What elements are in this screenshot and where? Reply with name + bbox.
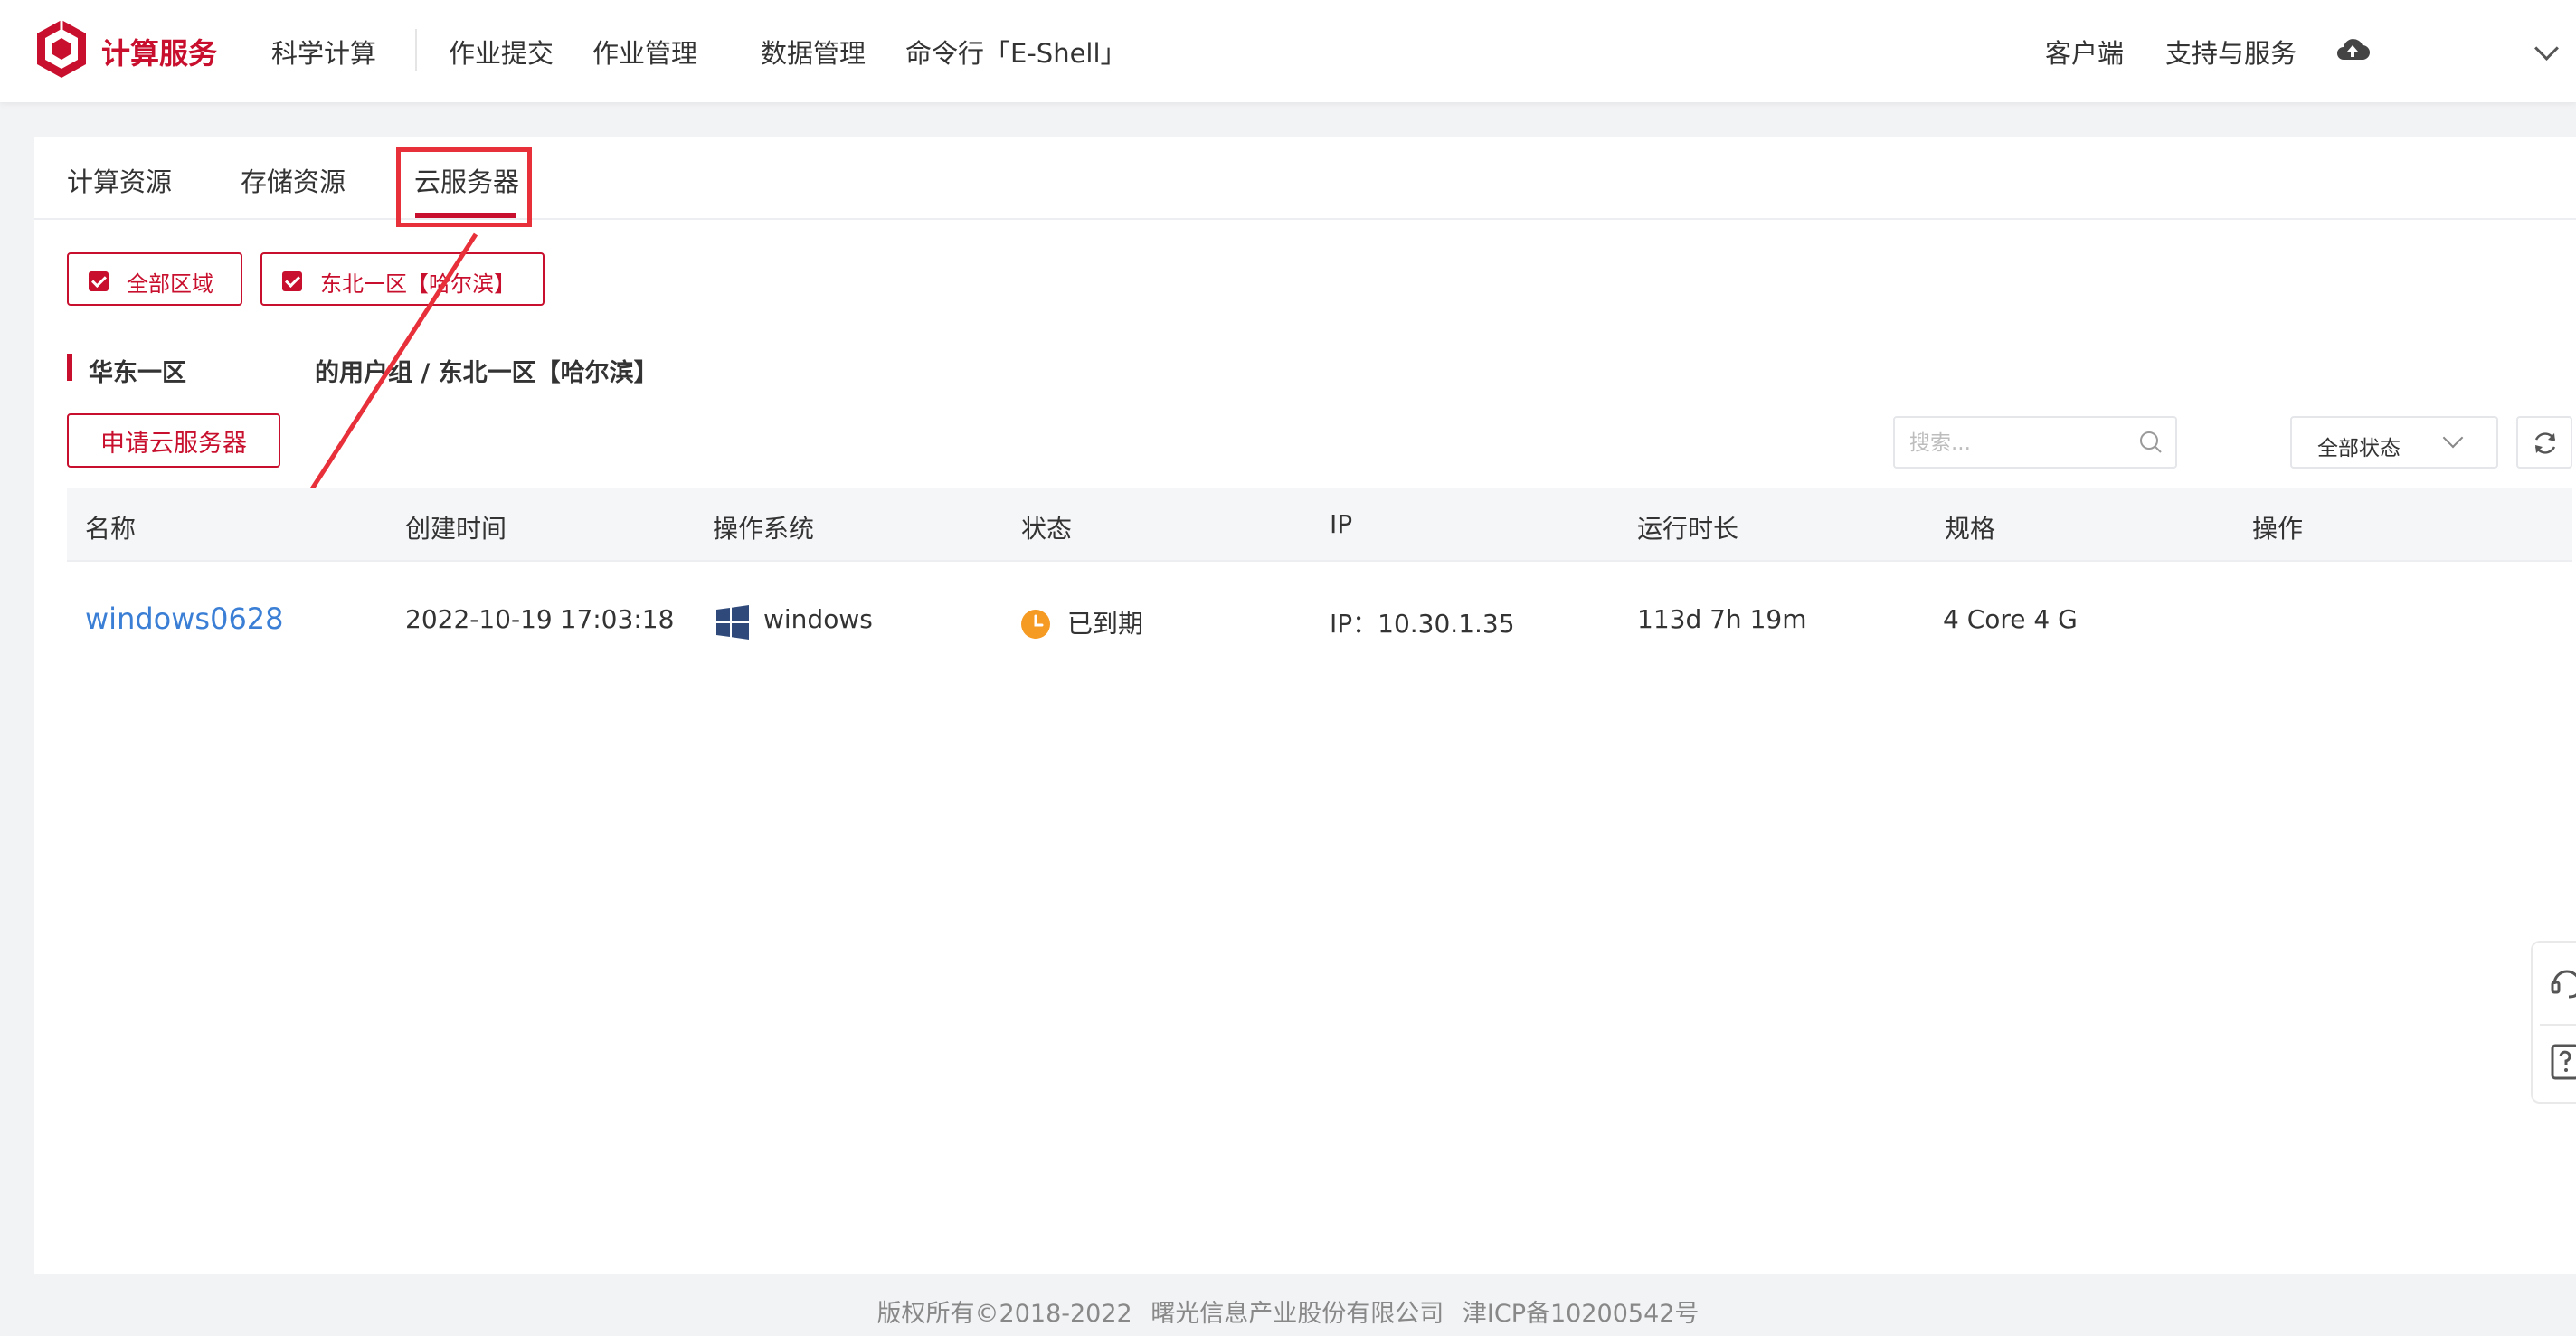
column-spec: 规格 (1945, 514, 1996, 544)
tab-storage-resources[interactable]: 存储资源 (241, 161, 346, 199)
nav-divider (415, 29, 417, 71)
floating-tool-panel (2531, 941, 2576, 1104)
search-input[interactable] (1908, 425, 2137, 461)
nav-client[interactable]: 客户端 (2045, 33, 2124, 71)
status-filter-select[interactable]: 全部状态 (2290, 416, 2498, 469)
clock-icon (1021, 610, 1050, 639)
refresh-button[interactable] (2516, 416, 2572, 469)
server-status: 已到期 (1067, 609, 1144, 639)
column-name: 名称 (85, 514, 137, 544)
section-title-region: 华东一区 (89, 359, 186, 387)
nav-support[interactable]: 支持与服务 (2165, 33, 2297, 71)
nav-eshell[interactable]: 命令行「E-Shell」 (905, 33, 1127, 71)
help-document-icon[interactable] (2551, 1044, 2576, 1080)
server-uptime: 113d 7h 19m (1637, 604, 1807, 634)
column-os: 操作系统 (713, 514, 815, 544)
column-actions: 操作 (2252, 514, 2304, 544)
search-icon[interactable] (2139, 431, 2163, 454)
nav-job-manage[interactable]: 作业管理 (592, 33, 697, 71)
windows-icon (716, 605, 749, 640)
brand-title[interactable]: 计算服务 (101, 31, 217, 72)
tab-compute-resources[interactable]: 计算资源 (67, 161, 172, 199)
region-chip-all[interactable]: 全部区域 (67, 252, 242, 306)
server-spec: 4 Core 4 G (1943, 604, 2078, 634)
server-created-time: 2022-10-19 17:03:18 (405, 604, 675, 634)
checkbox-checked-icon[interactable] (89, 271, 109, 291)
floating-panel-divider (2540, 1024, 2576, 1026)
column-status: 状态 (1021, 514, 1073, 544)
nav-job-submit[interactable]: 作业提交 (449, 33, 554, 71)
region-chip-label: 全部区域 (127, 271, 213, 297)
column-created: 创建时间 (405, 514, 507, 544)
headset-icon[interactable] (2551, 964, 2576, 1000)
column-ip: IP (1330, 509, 1353, 539)
server-name-link[interactable]: windows0628 (85, 602, 284, 636)
page-footer: 版权所有©2018-2022 曙光信息产业股份有限公司 津ICP备1020054… (0, 1293, 2576, 1329)
section-title-marker (67, 354, 72, 381)
footer-copyright: 版权所有©2018-2022 (876, 1300, 1132, 1328)
table-header: 名称 创建时间 操作系统 状态 IP 运行时长 规格 操作 (67, 488, 2572, 560)
server-os: windows (763, 604, 873, 634)
user-menu-chevron-icon[interactable] (2534, 36, 2559, 61)
logo-icon (37, 20, 86, 78)
footer-icp[interactable]: 津ICP备10200542号 (1463, 1300, 1700, 1328)
search-box (1893, 416, 2177, 469)
column-uptime: 运行时长 (1637, 514, 1739, 544)
apply-cloud-server-button[interactable]: 申请云服务器 (67, 413, 280, 468)
server-ip: IP：10.30.1.35 (1330, 609, 1515, 639)
top-header: 计算服务 科学计算 作业提交 作业管理 数据管理 命令行「E-Shell」 客户… (0, 0, 2576, 102)
nav-data-manage[interactable]: 数据管理 (761, 33, 866, 71)
main-card: 计算资源 存储资源 云服务器 全部区域 东北一区【哈尔滨】 华东一区 的用户组 … (34, 137, 2576, 1274)
cloud-upload-icon[interactable] (2335, 34, 2370, 63)
refresh-icon (2534, 432, 2556, 454)
annotation-highlight-box (396, 147, 532, 227)
chevron-down-icon (2442, 427, 2464, 449)
status-filter-value: 全部状态 (2317, 437, 2401, 460)
nav-science-compute[interactable]: 科学计算 (271, 33, 376, 71)
footer-company: 曙光信息产业股份有限公司 (1151, 1300, 1444, 1328)
